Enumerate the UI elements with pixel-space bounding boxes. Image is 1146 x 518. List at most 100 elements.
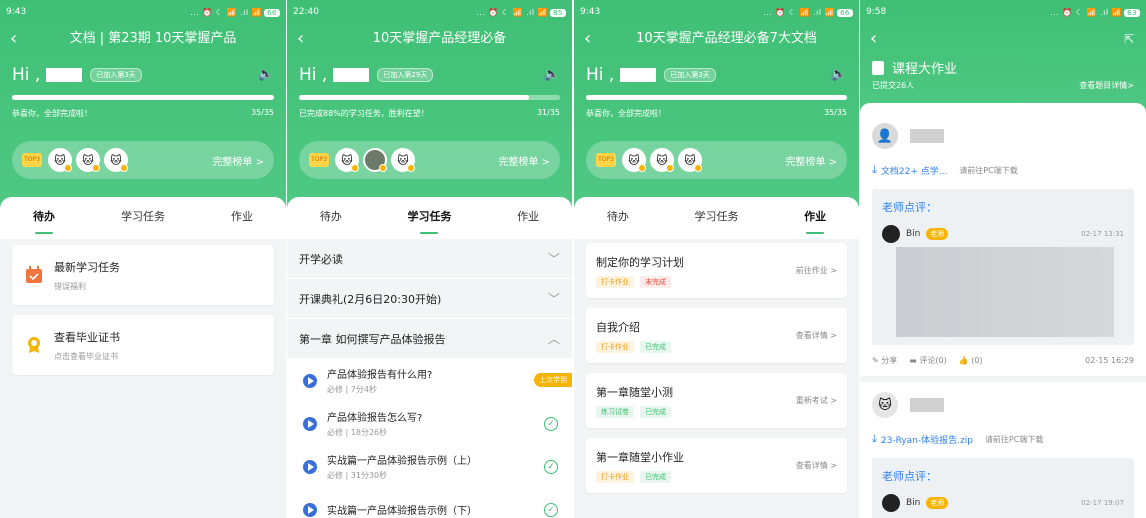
tab-todo[interactable]: 待办 xyxy=(33,208,55,228)
content-sheet: 待办 学习任务 作业 最新学习任务 错误福利 查看毕业证书 点击查看毕业证书 xyxy=(0,197,286,518)
joined-badge: 已加入第3天 xyxy=(664,68,716,82)
speaker-icon[interactable]: 🔈 xyxy=(544,67,560,82)
tab-todo[interactable]: 待办 xyxy=(607,208,629,228)
last-learned-badge: 上次学到 xyxy=(534,373,572,387)
attachment[interactable]: ⤓ 23-Ryan-体验报告.zip 请前往PC端下载 xyxy=(860,418,1146,446)
avatar: 🐱 xyxy=(622,148,646,172)
status-bar: 9:43 ... ⏰ ☾ 📶 .ıl 📶 66 xyxy=(6,5,280,19)
type-tag: 打卡作业 xyxy=(596,275,634,288)
content-sheet: 待办 学习任务 作业 制定你的学习计划 打卡作业 未完成 前往作业 > 自我介绍 … xyxy=(574,197,859,518)
full-rank-link[interactable]: 完整榜单 > xyxy=(498,153,550,168)
status-tag: 已完成 xyxy=(640,470,671,483)
check-icon: ✓ xyxy=(544,416,558,431)
screen-course-assignment: 9:58 ... ⏰ ☾ 📶 .ıl 📶 63 ‹ ⇱ 课程大作业 已提交26人 … xyxy=(860,0,1146,518)
progress-bar xyxy=(12,95,274,100)
check-icon: ✓ xyxy=(544,459,558,474)
share-icon[interactable]: ⇱ xyxy=(1124,32,1134,46)
rank-bar[interactable]: TOP3 🐱 🐱 🐱 完整榜单 > xyxy=(586,141,847,179)
play-icon xyxy=(303,502,317,517)
status-bar: 9:58 ... ⏰ ☾ 📶 .ıl 📶 63 xyxy=(866,5,1140,19)
check-icon: ✓ xyxy=(544,502,558,517)
speaker-icon[interactable]: 🔈 xyxy=(831,67,847,82)
back-icon[interactable]: ‹ xyxy=(10,28,17,50)
back-icon[interactable]: ‹ xyxy=(870,28,877,50)
tab-tasks[interactable]: 学习任务 xyxy=(694,208,738,228)
chevron-up-icon: ︿ xyxy=(547,332,560,346)
status-time: 9:43 xyxy=(6,7,27,17)
avatar xyxy=(882,494,900,512)
screen-todo: 9:43 ... ⏰ ☾ 📶 .ıl 📶 66 ‹ 文档 | 第23期 10天掌握… xyxy=(0,0,286,518)
homework-card[interactable]: 第一章随堂小测 练习试卷 已完成 重新考试 > xyxy=(586,373,847,428)
homework-action-link[interactable]: 前往作业 > xyxy=(796,265,837,276)
homework-card[interactable]: 制定你的学习计划 打卡作业 未完成 前往作业 > xyxy=(586,243,847,298)
lesson-item[interactable]: 产品体验报告有什么用? 必修 | 7分4秒 上次学到 xyxy=(287,359,572,402)
tab-tasks[interactable]: 学习任务 xyxy=(407,208,451,228)
avatar: 🐱 xyxy=(678,148,702,172)
medal-icon xyxy=(120,164,128,172)
nav-bar: ‹ 10天掌握产品经理必备7大文档 xyxy=(574,28,859,50)
certificate-icon xyxy=(24,335,44,355)
full-rank-link[interactable]: 完整榜单 > xyxy=(785,153,837,168)
calendar-icon xyxy=(24,265,44,285)
lesson-item[interactable]: 实战篇一产品体验报告示例（上） 必修 | 31分30秒 ✓ xyxy=(287,445,572,488)
nav-bar: ‹ 10天掌握产品经理必备 xyxy=(287,28,572,50)
chevron-down-icon: ﹀ xyxy=(547,292,560,306)
type-tag: 打卡作业 xyxy=(596,340,634,353)
full-rank-link[interactable]: 完整榜单 > xyxy=(212,153,264,168)
document-icon xyxy=(872,60,884,75)
section-header[interactable]: 开学必读 ﹀ xyxy=(287,239,572,279)
download-icon: ⤓ xyxy=(872,432,877,445)
back-icon[interactable]: ‹ xyxy=(584,28,591,50)
homework-action-link[interactable]: 重新考试 > xyxy=(796,395,837,406)
status-icons: ... ⏰ ☾ 📶 .ıl 📶 66 xyxy=(190,8,280,17)
speaker-icon[interactable]: 🔈 xyxy=(258,67,274,82)
homework-card[interactable]: 第一章随堂小作业 打卡作业 已完成 查看详情 > xyxy=(586,438,847,493)
attachment[interactable]: ⤓ 文档22+ 点学... 请前往PC端下载 xyxy=(860,149,1146,177)
share-button[interactable]: ✎ 分享 xyxy=(872,355,897,366)
view-detail-link[interactable]: 查看题目详情> xyxy=(1079,80,1134,91)
todo-card[interactable]: 最新学习任务 错误福利 xyxy=(12,245,274,305)
submission-list: 👤 ⤓ 文档22+ 点学... 请前往PC端下载 老师点评： Bin 老师 02… xyxy=(860,103,1146,518)
tab-homework[interactable]: 作业 xyxy=(804,208,826,228)
username-mask xyxy=(910,129,944,143)
back-icon[interactable]: ‹ xyxy=(297,28,304,50)
lesson-item[interactable]: 实战篇一产品体验报告示例（下） ✓ xyxy=(287,488,572,518)
rank-bar[interactable]: TOP3 🐱 🐱 🐱 完整榜单 > xyxy=(12,141,274,179)
page-title: 文档 | 第23期 10天掌握产品 xyxy=(69,31,237,46)
submission-author: 🐱 xyxy=(860,382,1146,418)
section-header[interactable]: 第一章 如何撰写产品体验报告 ︿ xyxy=(287,319,572,359)
tab-bar: 待办 学习任务 作业 xyxy=(574,197,859,239)
avatar: 🐱 xyxy=(48,148,72,172)
avatar: 🐱 xyxy=(104,148,128,172)
username-mask xyxy=(46,68,83,82)
battery-icon: 66 xyxy=(264,8,280,17)
joined-badge: 已加入第3天 xyxy=(90,68,142,82)
progress-bar xyxy=(586,95,847,100)
rank-bar[interactable]: TOP3 🐱 🐱 完整榜单 > xyxy=(299,141,560,179)
avatar xyxy=(882,225,900,243)
progress-text: 恭喜你，全部完成啦！ 35/35 xyxy=(12,108,274,118)
status-tag: 已完成 xyxy=(640,340,671,353)
tab-bar: 待办 学习任务 作业 xyxy=(0,197,286,239)
section-header[interactable]: 开课典礼(2月6日20:30开始) ﹀ xyxy=(287,279,572,319)
tab-homework[interactable]: 作业 xyxy=(517,208,539,228)
tab-tasks[interactable]: 学习任务 xyxy=(121,208,165,228)
teacher-review: 老师点评： Bin 老师 02-17 19:07 xyxy=(872,458,1134,518)
status-tag: 已完成 xyxy=(640,405,671,418)
tab-todo[interactable]: 待办 xyxy=(320,208,342,228)
top3-icon: TOP3 xyxy=(596,153,616,167)
tab-homework[interactable]: 作业 xyxy=(231,208,253,228)
status-bar: 9:43 ... ⏰ ☾ 📶 .ıl 📶 66 xyxy=(580,5,853,19)
greeting: Hi , 已加入第29天 xyxy=(299,65,434,85)
page-title: 10天掌握产品经理必备7大文档 xyxy=(636,31,817,46)
comment-button[interactable]: ▬ 评论(0) xyxy=(909,355,946,366)
lesson-item[interactable]: 产品体验报告怎么写? 必修 | 18分26秒 ✓ xyxy=(287,402,572,445)
battery-icon: 66 xyxy=(837,8,853,17)
greeting: Hi , 已加入第3天 xyxy=(12,65,142,85)
homework-card[interactable]: 自我介绍 打卡作业 已完成 查看详情 > xyxy=(586,308,847,363)
todo-card[interactable]: 查看毕业证书 点击查看毕业证书 xyxy=(12,315,274,375)
homework-action-link[interactable]: 查看详情 > xyxy=(796,460,837,471)
screen-tasks: 22:40 ... ⏰ ☾ 📶 .ıl 📶 85 ‹ 10天掌握产品经理必备 Hi… xyxy=(287,0,572,518)
homework-action-link[interactable]: 查看详情 > xyxy=(796,330,837,341)
like-button[interactable]: 👍 (0) xyxy=(959,356,983,365)
